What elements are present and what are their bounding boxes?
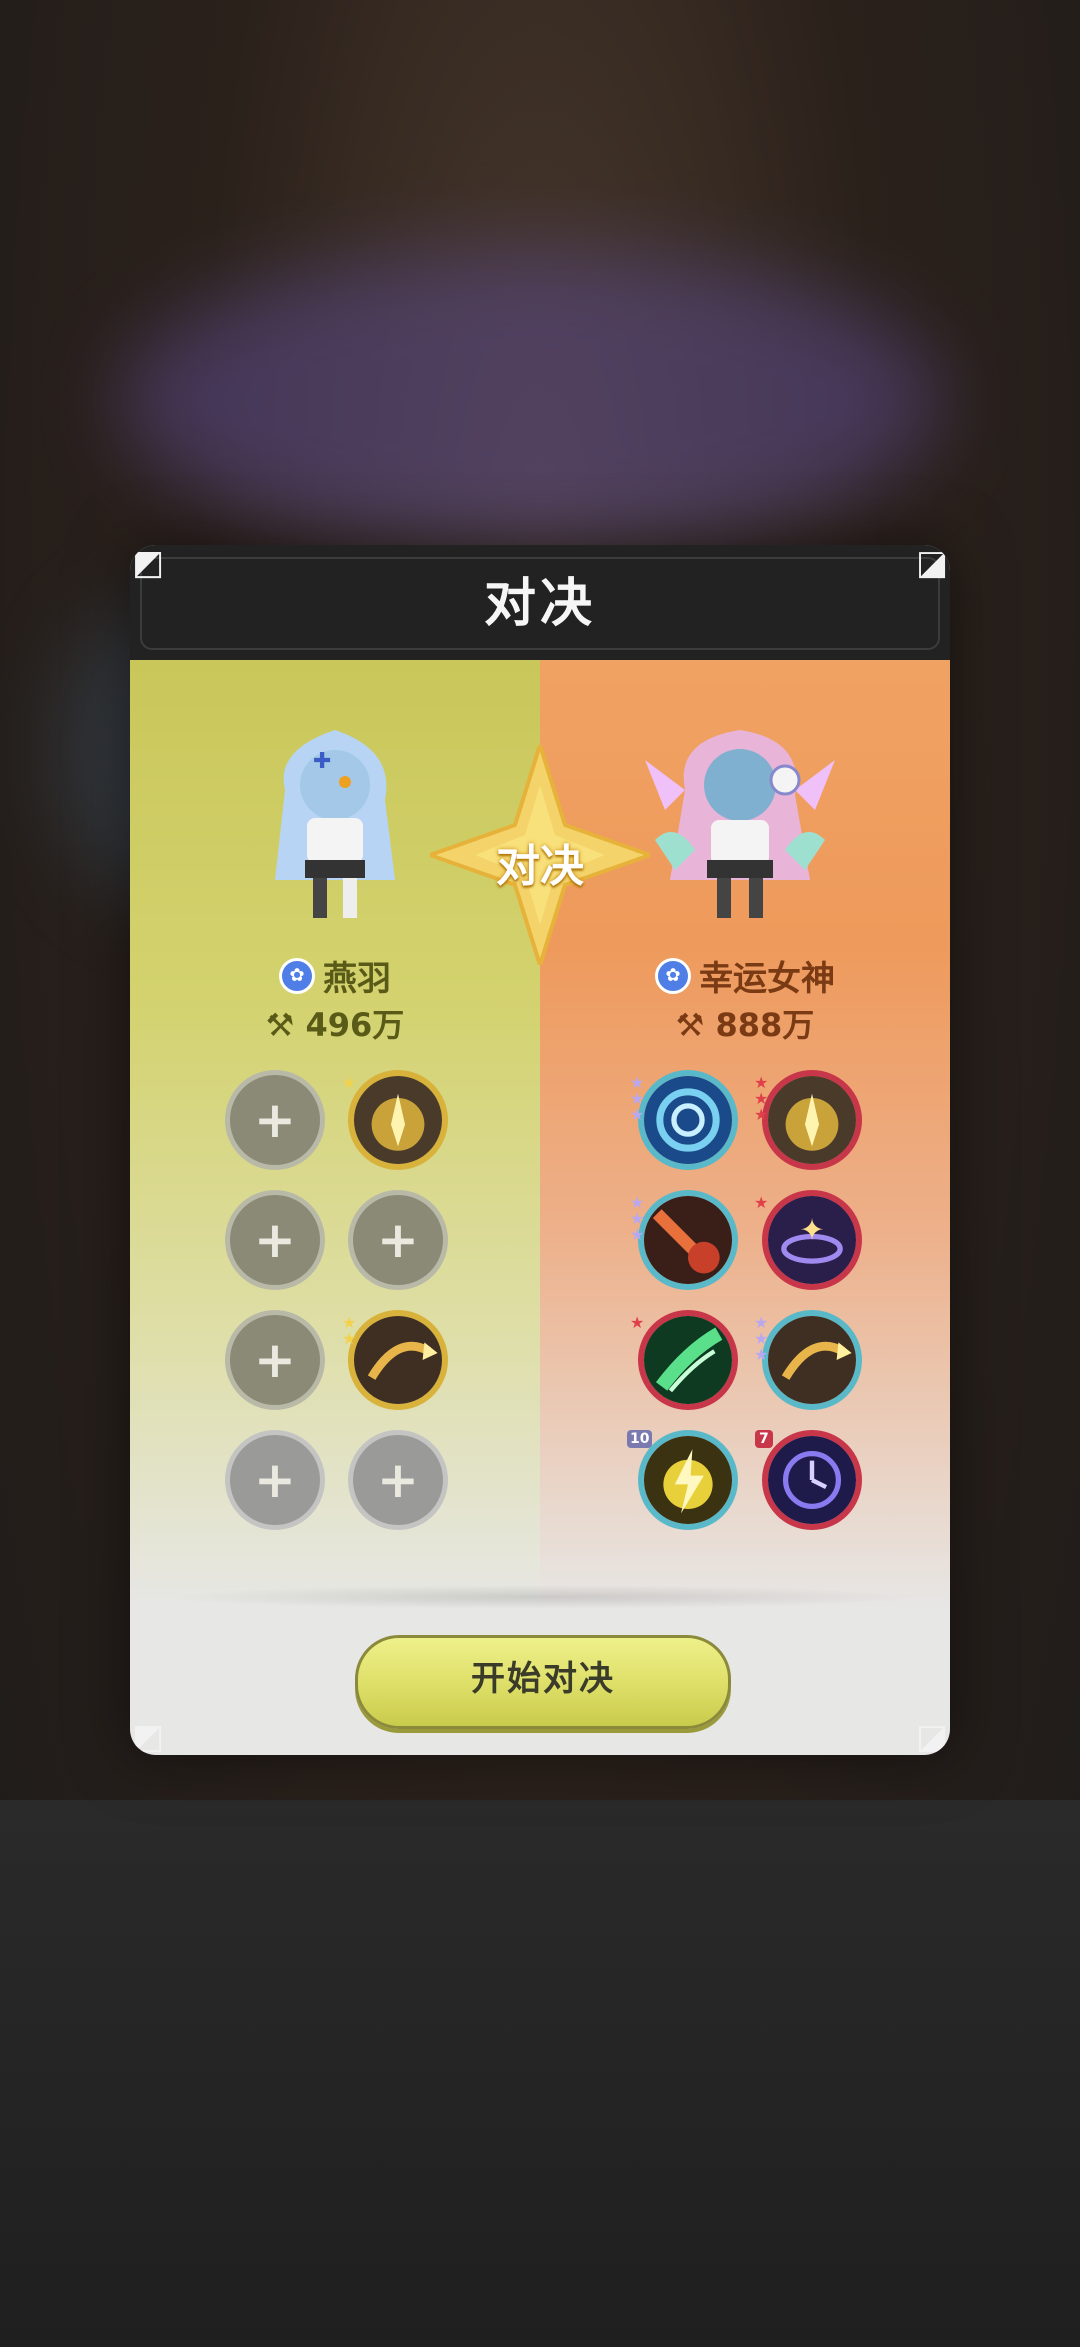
right-skill-slot-8[interactable] [762, 1430, 862, 1530]
right-player-power: ⚒ 888万 [540, 1000, 950, 1046]
yellow-lightning-skill-icon [644, 1436, 732, 1524]
left-skill-slot-8[interactable]: + [348, 1430, 448, 1530]
right-skill-slot-2[interactable] [762, 1070, 862, 1170]
background-bottom [0, 1800, 1080, 2347]
background-blur-top [120, 250, 940, 550]
right-player-name-text: 幸运女神 [699, 959, 835, 999]
right-character-avatar[interactable] [645, 700, 835, 930]
right-player-power-text: 888万 [715, 1006, 815, 1044]
left-skill-slot-1[interactable]: + [225, 1070, 325, 1170]
left-skill-slot-7[interactable]: + [225, 1430, 325, 1530]
star-icon: ★ [342, 1329, 357, 1348]
left-player-name-text: 燕羽 [323, 959, 391, 999]
left-skill-slot-5[interactable]: + [225, 1310, 325, 1410]
left-skill-slot-4[interactable]: + [348, 1190, 448, 1290]
dialog-title: 对决 [483, 574, 596, 634]
dialog-header: 对决 [130, 545, 950, 663]
corner-ornament: ◩ [131, 1717, 165, 1755]
left-skill-slot-2[interactable] [348, 1070, 448, 1170]
left-skill-slot-6[interactable] [348, 1310, 448, 1410]
power-icon: ⚒ [265, 1006, 295, 1044]
corner-ornament: ◪ [915, 545, 949, 583]
power-icon: ⚒ [675, 1006, 705, 1044]
right-skill-slot-3[interactable] [638, 1190, 738, 1290]
green-wind-skill-icon [644, 1316, 732, 1404]
meteor-skill-icon [644, 1196, 732, 1284]
left-player-power: ⚒ 496万 [130, 1000, 540, 1046]
right-player-name: ✿ 幸运女神 [540, 950, 950, 1000]
golden-arrow-skill-icon [354, 1316, 442, 1404]
star-icon: ★ [754, 1193, 769, 1212]
vs-label: 对决 [496, 841, 584, 892]
left-player-power-text: 496万 [305, 1006, 405, 1044]
guild-badge-icon: ✿ [279, 957, 315, 994]
star-icon: ★ [630, 1225, 645, 1244]
star-icon: ★ [754, 1105, 769, 1124]
panel-divider-shadow [160, 1585, 920, 1609]
right-skill-slot-5[interactable] [638, 1310, 738, 1410]
star-icon: ★ [754, 1345, 769, 1364]
start-duel-button[interactable]: 开始对决 [355, 1635, 731, 1729]
svg-text:✦: ✦ [799, 1213, 824, 1248]
right-skill-slot-1[interactable] [638, 1070, 738, 1170]
star-icon: ★ [630, 1313, 645, 1332]
right-skill-slot-6[interactable] [762, 1310, 862, 1410]
corner-ornament: ◩ [131, 545, 165, 583]
star-icon: ★ [342, 1073, 357, 1092]
right-skill-slot-7[interactable] [638, 1430, 738, 1530]
purple-clock-skill-icon [768, 1436, 856, 1524]
duel-dialog: 对决 ✚ 对决 ✿ 燕羽 ⚒ 496万 ✿ 幸运女神 ⚒ 888万 + ★ + … [130, 545, 950, 1755]
golden-burst-skill-icon [768, 1076, 856, 1164]
left-skill-slot-3[interactable]: + [225, 1190, 325, 1290]
left-character-avatar[interactable]: ✚ [255, 710, 415, 930]
left-player-name: ✿ 燕羽 [130, 950, 540, 1000]
guild-badge-icon: ✿ [655, 957, 691, 994]
golden-burst-skill-icon [354, 1076, 442, 1164]
golden-arrow-skill-icon [768, 1316, 856, 1404]
level-badge: 10 [627, 1430, 653, 1448]
blue-vortex-skill-icon [644, 1076, 732, 1164]
right-skill-slot-4[interactable]: ✦ [762, 1190, 862, 1290]
star-icon: ★ [630, 1105, 645, 1124]
purple-star-skill-icon: ✦ [768, 1196, 856, 1284]
corner-ornament: ◪ [915, 1717, 949, 1755]
svg-text:✚: ✚ [313, 749, 331, 774]
level-badge: 7 [755, 1430, 773, 1448]
